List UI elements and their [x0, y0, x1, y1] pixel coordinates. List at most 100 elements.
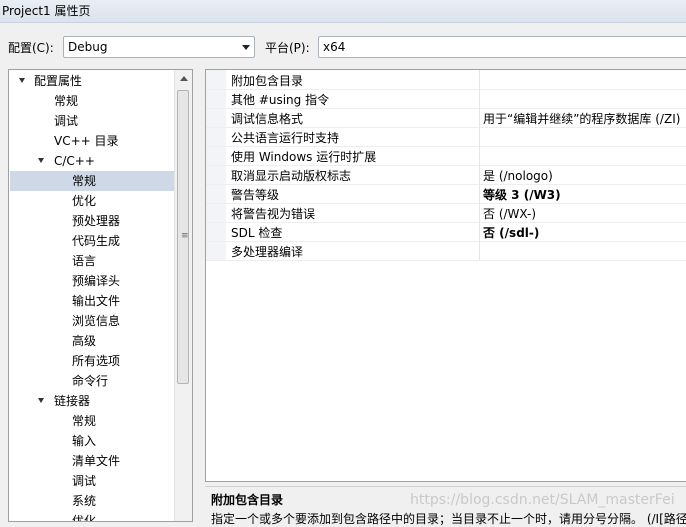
property-row[interactable]: 其他 #using 指令 — [206, 89, 686, 109]
tree-item[interactable]: 优化 — [10, 511, 175, 522]
property-row[interactable]: 将警告视为错误 否 (/WX-) — [206, 203, 686, 223]
column-divider — [479, 165, 480, 184]
tree-item[interactable]: 优化 — [10, 191, 175, 211]
tree-item[interactable]: 调试 — [10, 471, 175, 491]
column-divider — [479, 108, 480, 127]
tree-item-label: 浏览信息 — [72, 314, 121, 328]
tree-scrollbar[interactable]: ≡ — [174, 70, 192, 521]
property-value[interactable]: 否 (/sdl-) — [483, 224, 539, 241]
config-value: Debug — [68, 40, 108, 54]
property-name: 公共语言运行时支持 — [231, 131, 340, 145]
property-row[interactable]: 取消显示启动版权标志 是 (/nologo) — [206, 165, 686, 185]
tree-item-label: C/C++ — [54, 154, 95, 168]
tree-item-label: 常规 — [72, 414, 97, 428]
tree-item[interactable]: 浏览信息 — [10, 311, 175, 331]
column-divider — [479, 203, 480, 222]
tree-item[interactable]: 预编译头 — [10, 271, 175, 291]
description-text: 指定一个或多个要添加到包含路径中的目录；当目录不止一个时，请用分号分隔。 (/I… — [211, 512, 686, 526]
property-row[interactable]: 附加包含目录 — [206, 70, 686, 90]
tree-item[interactable]: 输入 — [10, 431, 175, 451]
property-name: 其他 #using 指令 — [231, 93, 330, 107]
tree-item-label: 系统 — [72, 494, 97, 508]
tree-item[interactable]: 系统 — [10, 491, 175, 511]
tree-item-label: 常规 — [72, 174, 97, 188]
expand-triangle-icon[interactable] — [38, 158, 44, 163]
property-row[interactable]: 使用 Windows 运行时扩展 — [206, 146, 686, 166]
column-divider — [479, 184, 480, 203]
tree-item[interactable]: 预处理器 — [10, 211, 175, 231]
title-bar: Project1 属性页 — [0, 0, 686, 23]
property-row[interactable]: 公共语言运行时支持 — [206, 127, 686, 147]
config-dropdown[interactable]: Debug — [63, 36, 255, 58]
tree-item-label: 预处理器 — [72, 214, 121, 228]
tree-item[interactable]: VC++ 目录 — [10, 131, 175, 151]
grip-icon: ≡ — [181, 231, 189, 241]
property-row[interactable]: SDL 检查 否 (/sdl-) — [206, 222, 686, 242]
column-divider — [479, 127, 480, 146]
tree-item-label: 所有选项 — [72, 354, 121, 368]
description-title: 附加包含目录 — [211, 493, 284, 507]
platform-value: x64 — [323, 40, 346, 54]
column-divider — [479, 89, 480, 108]
window-title: Project1 属性页 — [2, 4, 91, 18]
platform-label: 平台(P): — [265, 41, 310, 55]
property-row[interactable]: 多处理器编译 — [206, 241, 686, 261]
tree-item[interactable]: 高级 — [10, 331, 175, 351]
tree-item-label: 调试 — [54, 114, 79, 128]
property-row[interactable]: 警告等级 等级 3 (/W3) — [206, 184, 686, 204]
tree-item[interactable]: 调试 — [10, 111, 175, 131]
watermark: https://blog.csdn.net/SLAM_masterFei — [410, 492, 675, 508]
scroll-up-icon[interactable] — [180, 76, 188, 81]
tree-item[interactable]: 常规 — [10, 91, 175, 111]
property-name: 将警告视为错误 — [231, 207, 316, 221]
tree-item-label: 代码生成 — [72, 234, 121, 248]
property-name: 调试信息格式 — [231, 112, 304, 126]
tree-item-label: 常规 — [54, 94, 79, 108]
tree-item[interactable]: 常规 — [10, 171, 175, 191]
tree-item-label: 高级 — [72, 334, 97, 348]
property-value[interactable]: 是 (/nologo) — [483, 167, 553, 184]
expand-triangle-icon[interactable] — [38, 398, 44, 403]
property-value[interactable]: 用于“编辑并继续”的程序数据库 (/ZI) — [483, 110, 680, 127]
property-name: 警告等级 — [231, 188, 280, 202]
tree-item-label: 调试 — [72, 474, 97, 488]
tree-item[interactable]: 清单文件 — [10, 451, 175, 471]
tree-item-label: 语言 — [72, 254, 97, 268]
tree-item-label: 配置属性 — [34, 74, 83, 88]
column-divider — [479, 70, 480, 89]
tree-item[interactable]: 输出文件 — [10, 291, 175, 311]
property-value[interactable]: 否 (/WX-) — [483, 205, 536, 222]
tree-item[interactable]: 代码生成 — [10, 231, 175, 251]
property-name: 使用 Windows 运行时扩展 — [231, 150, 377, 164]
tree-item[interactable]: 命令行 — [10, 371, 175, 391]
column-divider — [479, 146, 480, 165]
tree-item-label: 清单文件 — [72, 454, 121, 468]
tree-item[interactable]: 语言 — [10, 251, 175, 271]
property-value[interactable]: 等级 3 (/W3) — [483, 186, 561, 203]
property-name: 附加包含目录 — [231, 74, 304, 88]
tree-item-label: 预编译头 — [72, 274, 121, 288]
tree-item-label: 优化 — [72, 514, 97, 522]
tree-item[interactable]: 链接器 — [10, 391, 175, 411]
tree-item[interactable]: C/C++ — [10, 151, 175, 171]
property-name: 多处理器编译 — [231, 245, 304, 259]
column-divider — [479, 241, 480, 260]
tree-item-label: 输出文件 — [72, 294, 121, 308]
expand-triangle-icon[interactable] — [19, 78, 25, 83]
platform-dropdown[interactable]: x64 — [318, 36, 686, 58]
scroll-thumb[interactable]: ≡ — [177, 90, 189, 384]
tree-item[interactable]: 配置属性 — [10, 71, 175, 91]
property-name: 取消显示启动版权标志 — [231, 169, 352, 183]
tree-item-label: 优化 — [72, 194, 97, 208]
tree-item-label: 输入 — [72, 434, 97, 448]
property-tree: 配置属性 常规 调试 VC++ 目录 C/C++ 常规 优化 预处理器 代码生成 语言 预编译头 输出… — [8, 69, 193, 522]
tree-item-label: VC++ 目录 — [54, 134, 119, 148]
tree-item-label: 命令行 — [72, 374, 109, 388]
tree-item[interactable]: 常规 — [10, 411, 175, 431]
tree-item-label: 链接器 — [54, 394, 91, 408]
property-row[interactable]: 调试信息格式 用于“编辑并继续”的程序数据库 (/ZI) — [206, 108, 686, 128]
property-grid: 附加包含目录其他 #using 指令 调试信息格式 用于“编辑并继续”的程序数据库 … — [205, 69, 686, 482]
property-name: SDL 检查 — [231, 226, 283, 240]
column-divider — [479, 222, 480, 241]
tree-item[interactable]: 所有选项 — [10, 351, 175, 371]
